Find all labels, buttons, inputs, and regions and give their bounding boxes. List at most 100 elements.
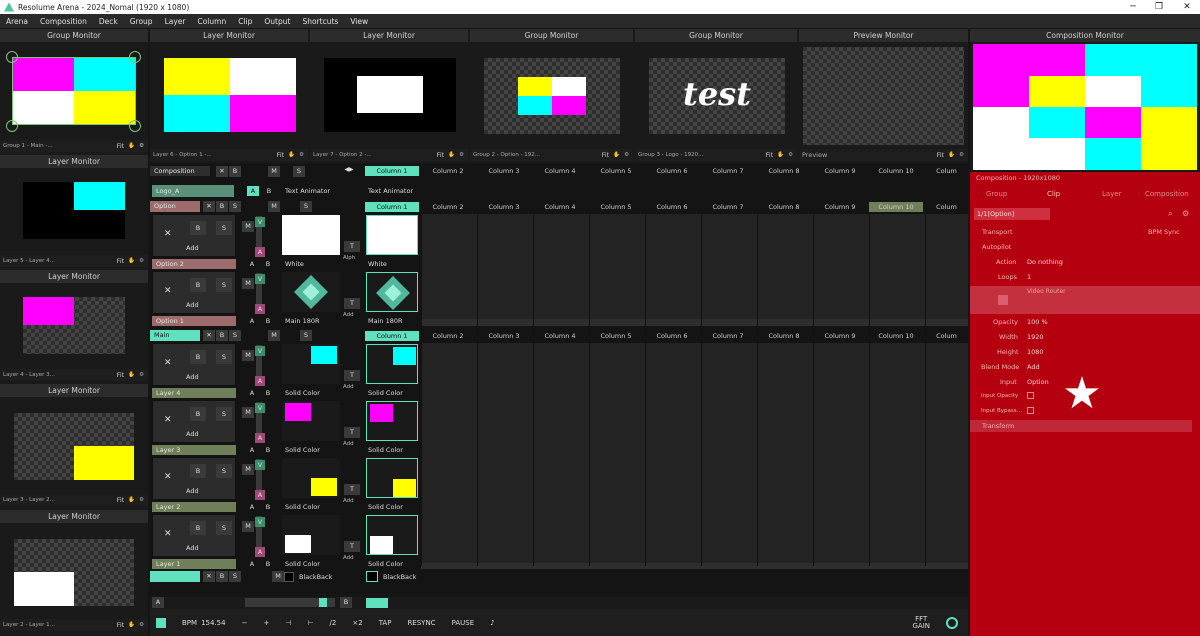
a-button[interactable]: A (246, 388, 258, 398)
v-button[interactable]: V (255, 274, 265, 284)
nudge-forward-icon[interactable]: ⊢ (307, 619, 313, 627)
metronome-icon[interactable]: ♪ (490, 619, 494, 627)
a-button[interactable]: A (255, 433, 265, 443)
blend-add-dropdown[interactable]: Add (186, 430, 199, 438)
bpm-sync-dropdown[interactable]: BPM Sync (1148, 228, 1180, 236)
composition-b-button[interactable]: B (229, 166, 241, 177)
column-1-header[interactable]: Column 1 (365, 331, 419, 341)
gear-icon[interactable]: ⚙ (959, 152, 964, 158)
a-button[interactable]: A (246, 502, 258, 512)
double-bpm-button[interactable]: ×2 (352, 619, 362, 627)
clip-thumbnail[interactable] (282, 401, 340, 441)
t-button[interactable]: T (344, 541, 360, 552)
composition-output-image[interactable] (973, 44, 1197, 170)
clip-thumbnail[interactable] (366, 515, 418, 555)
layer-clear-icon[interactable]: ✕ (164, 415, 172, 425)
layer-preview-image[interactable] (324, 58, 456, 132)
column-header[interactable]: Column 3 (477, 202, 531, 212)
b-button[interactable]: B (216, 201, 228, 212)
s-button[interactable]: S (300, 330, 312, 341)
layer-monitor-view[interactable] (0, 283, 148, 368)
composition-header[interactable]: Composition (150, 166, 210, 176)
gear-icon[interactable]: ⚙ (139, 497, 144, 503)
a-button[interactable]: A (246, 559, 258, 569)
gear-icon[interactable]: ⚙ (459, 152, 464, 158)
hand-icon[interactable]: ✋ (613, 152, 620, 158)
clip-name-field[interactable]: 1/1[Option] (974, 208, 1050, 220)
hand-icon[interactable]: ✋ (288, 152, 295, 158)
s-button[interactable]: S (300, 201, 312, 212)
v-button[interactable]: V (255, 460, 265, 470)
layer-name[interactable]: Layer 1 (152, 559, 236, 569)
layer-monitor-view[interactable] (0, 397, 148, 493)
solo-button[interactable]: S (216, 278, 232, 292)
tab-clip[interactable]: Clip (1047, 190, 1060, 198)
action-dropdown[interactable]: Do nothing (1027, 258, 1063, 266)
gear-icon[interactable]: ⚙ (139, 258, 144, 264)
m-button[interactable]: M (268, 330, 280, 341)
layer-clear-icon[interactable]: ✕ (164, 229, 172, 239)
column-header[interactable]: Column 4 (533, 202, 587, 212)
column-header[interactable]: Column 7 (701, 166, 755, 176)
b-button[interactable]: B (262, 502, 274, 512)
s-button[interactable]: S (229, 571, 241, 582)
column-header[interactable]: Column 6 (645, 202, 699, 212)
column-header[interactable]: Column 10 (869, 331, 923, 341)
layer-name[interactable]: Layer 2 (152, 502, 236, 512)
layer-clear-icon[interactable]: ✕ (164, 472, 172, 482)
menu-output[interactable]: Output (264, 17, 290, 26)
t-button[interactable]: T (344, 298, 360, 309)
v-button[interactable]: V (255, 403, 265, 413)
transform-handle-icon[interactable] (129, 120, 141, 132)
x-button[interactable]: ✕ (203, 201, 215, 212)
pause-button[interactable]: PAUSE (452, 619, 475, 627)
b-button[interactable]: B (263, 186, 275, 196)
hand-icon[interactable]: ✋ (128, 622, 135, 628)
hand-icon[interactable]: ✋ (448, 152, 455, 158)
a-button[interactable]: A (152, 597, 164, 608)
menu-deck[interactable]: Deck (99, 17, 118, 26)
transform-section[interactable]: Transform (970, 420, 1192, 432)
a-button[interactable]: A (255, 304, 265, 314)
a-button[interactable]: A (255, 490, 265, 500)
gear-icon[interactable]: ⚙ (1182, 209, 1189, 218)
group-header-option[interactable]: Option (150, 201, 200, 212)
gear-icon[interactable]: ⚙ (788, 152, 793, 158)
group-preview-image[interactable] (484, 58, 620, 134)
bpm-minus-button[interactable]: − (242, 619, 248, 627)
menu-view[interactable]: View (350, 17, 368, 26)
menu-arena[interactable]: Arena (6, 17, 28, 26)
a-button[interactable]: A (255, 247, 265, 257)
hand-icon[interactable]: ✋ (948, 152, 955, 158)
b-button[interactable]: B (340, 597, 352, 608)
transform-handle-icon[interactable] (129, 51, 141, 63)
gear-icon[interactable]: ⚙ (139, 372, 144, 378)
gear-icon[interactable]: ⚙ (299, 152, 304, 158)
autopilot-label[interactable]: Autopilot (982, 243, 1011, 251)
clip-thumbnail[interactable] (366, 215, 418, 255)
a-button[interactable]: A (246, 316, 258, 326)
a-button[interactable]: A (255, 376, 265, 386)
transport-label[interactable]: Transport (982, 228, 1013, 236)
clip-thumbnail[interactable] (282, 515, 340, 555)
blackback-clip-thumb[interactable] (366, 571, 378, 582)
fit-dropdown[interactable]: Fit (937, 151, 945, 159)
b-button[interactable]: B (216, 571, 228, 582)
layer-clear-icon[interactable]: ✕ (164, 358, 172, 368)
layer-name[interactable]: Option 2 (152, 259, 236, 269)
layer-name[interactable]: Layer 3 (152, 445, 236, 455)
layer-clear-icon[interactable]: ✕ (164, 529, 172, 539)
a-button[interactable]: A (255, 547, 265, 557)
b-button[interactable]: B (262, 259, 274, 269)
column-header[interactable]: Column 8 (757, 202, 811, 212)
blend-add-dropdown[interactable]: Add (186, 301, 199, 309)
clip-thumbnail[interactable] (366, 401, 418, 441)
column-header[interactable]: Column 7 (701, 202, 755, 212)
column-header[interactable]: Colum (925, 202, 968, 212)
m-button[interactable]: M (242, 278, 254, 289)
clip-thumbnail[interactable] (282, 458, 340, 498)
column-header[interactable]: Colum (925, 331, 968, 341)
b-button[interactable]: B (262, 445, 274, 455)
tab-layer[interactable]: Layer (1102, 190, 1122, 198)
group-preview-image[interactable]: test (649, 58, 785, 134)
